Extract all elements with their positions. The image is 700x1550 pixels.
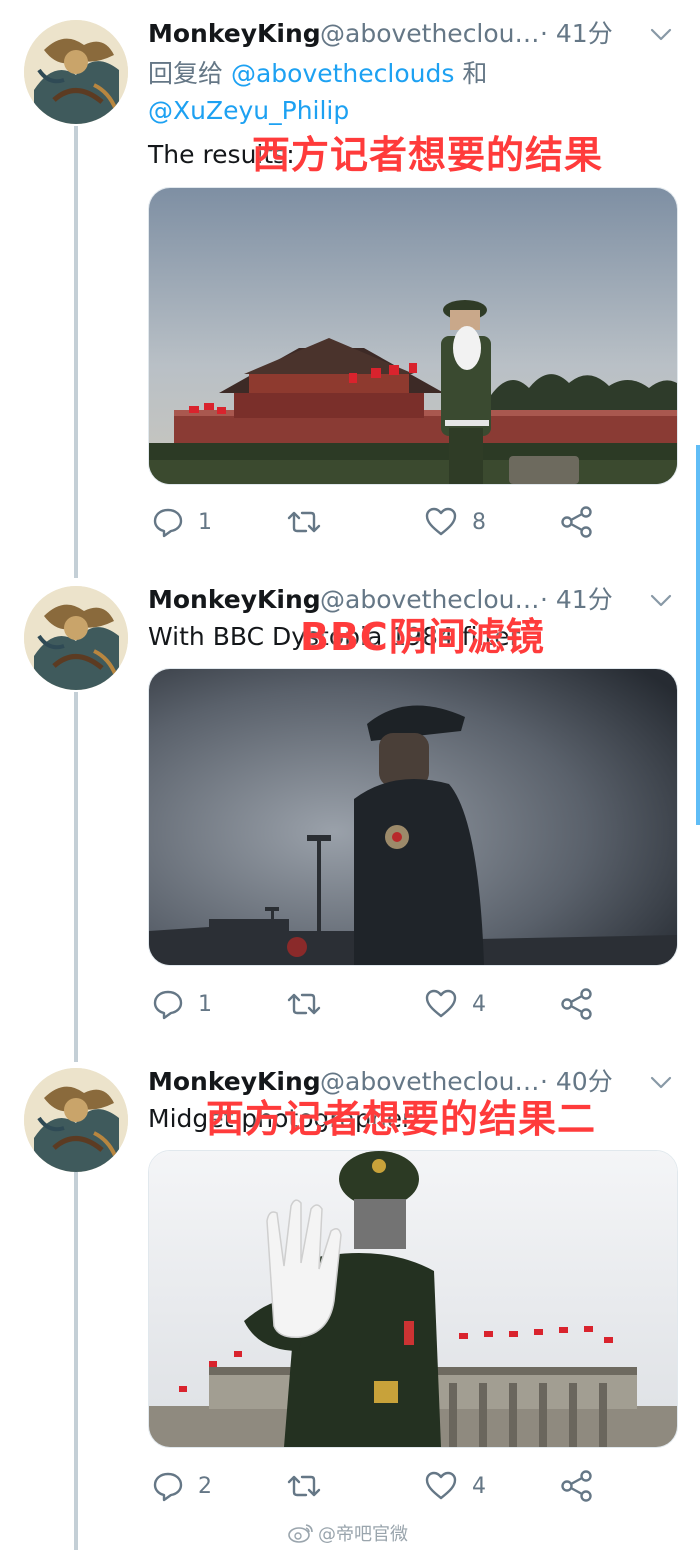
share-icon (561, 1470, 592, 1502)
retweet-button[interactable] (286, 1466, 336, 1506)
timestamp[interactable]: · 41分 (540, 14, 613, 54)
like-count: 4 (472, 1473, 486, 1499)
share-button[interactable] (560, 502, 594, 542)
share-icon (561, 506, 592, 538)
chevron-down-icon[interactable] (650, 24, 672, 44)
tweet-header: MonkeyKing @abovetheclou… · 41分 (148, 14, 680, 54)
reply-count: 2 (198, 1473, 212, 1499)
caption-overlay: 西方记者想要的结果 (252, 133, 604, 177)
like-button[interactable]: 4 (424, 1466, 486, 1506)
heart-icon (425, 989, 457, 1018)
tweet-actions: 2 4 (148, 1466, 680, 1506)
reply-count: 1 (198, 991, 212, 1017)
reply-context-line-2: @XuZeyu_Philip (148, 92, 349, 130)
tweet[interactable]: MonkeyKing @abovetheclou… · 41分 With BBC… (0, 566, 700, 1048)
share-button[interactable] (560, 1466, 594, 1506)
tweet-actions: 1 4 (148, 984, 680, 1024)
chevron-down-icon[interactable] (650, 1072, 672, 1092)
like-button[interactable]: 4 (424, 984, 486, 1024)
watermark: @帝吧官微 (288, 1518, 408, 1548)
reply-count: 1 (198, 509, 212, 535)
weibo-logo-icon (288, 1524, 313, 1543)
caption-overlay: BBC阴间滤镜 (300, 615, 545, 659)
timestamp[interactable]: · 41分 (540, 580, 613, 620)
reply-icon (153, 508, 183, 538)
reply-prefix: 回复给 (148, 59, 224, 88)
reply-button[interactable]: 1 (152, 984, 212, 1024)
user-handle[interactable]: @abovetheclou… (320, 14, 540, 54)
chevron-down-icon[interactable] (650, 590, 672, 610)
display-name[interactable]: MonkeyKing (148, 14, 321, 54)
reply-and: 和 (462, 59, 488, 88)
tweet[interactable]: MonkeyKing @abovetheclou… · 40分 Midget p… (0, 1048, 700, 1518)
tweet-photo[interactable] (148, 1150, 678, 1448)
mention-link[interactable]: @abovetheclouds (231, 59, 454, 88)
reply-button[interactable]: 2 (152, 1466, 212, 1506)
display-name[interactable]: MonkeyKing (148, 580, 321, 620)
avatar[interactable] (24, 20, 128, 124)
tweet-actions: 1 8 (148, 502, 680, 542)
reply-context: 回复给 @abovetheclouds 和 (148, 55, 487, 93)
reply-icon (153, 1472, 183, 1502)
retweet-icon (287, 1475, 321, 1497)
retweet-icon (287, 511, 321, 533)
share-icon (561, 988, 592, 1020)
heart-icon (425, 507, 457, 536)
retweet-button[interactable] (286, 502, 336, 542)
tweet-photo[interactable] (148, 187, 678, 485)
tweet-photo[interactable] (148, 668, 678, 966)
reply-button[interactable]: 1 (152, 502, 212, 542)
retweet-icon (287, 993, 321, 1015)
like-button[interactable]: 8 (424, 502, 486, 542)
mention-link[interactable]: @XuZeyu_Philip (148, 96, 349, 125)
like-count: 8 (472, 509, 486, 535)
share-button[interactable] (560, 984, 594, 1024)
like-count: 4 (472, 991, 486, 1017)
reply-icon (153, 990, 183, 1020)
caption-overlay: 西方记者想要的结果二 (206, 1097, 597, 1141)
avatar[interactable] (24, 1068, 128, 1172)
heart-icon (425, 1471, 457, 1500)
retweet-button[interactable] (286, 984, 336, 1024)
tweet[interactable]: MonkeyKing @abovetheclou… · 41分 回复给 @abo… (0, 0, 700, 566)
watermark-text: @帝吧官微 (318, 1524, 408, 1545)
avatar[interactable] (24, 586, 128, 690)
